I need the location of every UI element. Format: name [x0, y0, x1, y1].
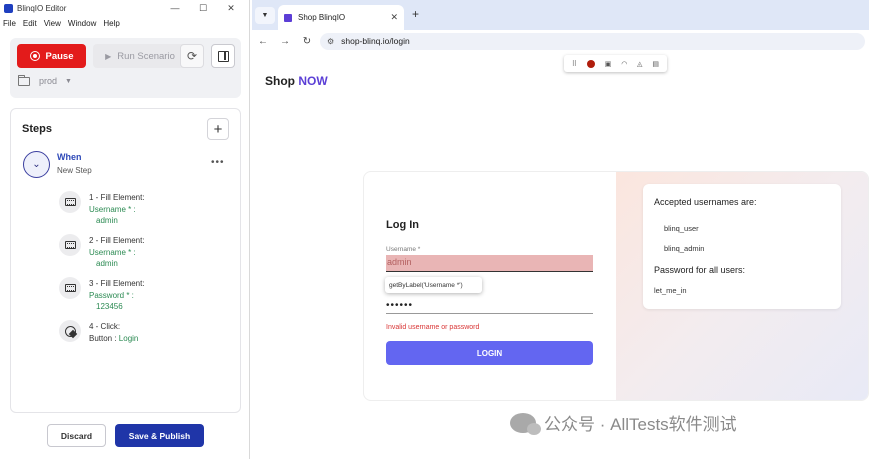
username-option: blinq_admin — [664, 244, 705, 253]
step-target: Button : — [89, 333, 119, 343]
editor-titlebar: BlinqIO Editor — ☐ ✕ — [0, 0, 249, 16]
app-logo-icon — [4, 3, 13, 13]
new-tab-button[interactable]: + — [412, 7, 419, 21]
step-value: admin — [96, 259, 118, 268]
username-input[interactable]: admin — [386, 255, 593, 272]
menu-edit[interactable]: Edit — [23, 19, 37, 28]
browser-window: ▼ Shop BlinqIO ✕ + ← → ↻ ⚙ shop-blinq.io… — [252, 0, 869, 459]
address-bar-row: ← → ↻ ⚙ shop-blinq.io/login — [252, 30, 869, 52]
tab-strip: ▼ Shop BlinqIO ✕ + — [252, 0, 869, 30]
forward-button[interactable]: → — [274, 36, 296, 47]
recorder-toolbar-panel: Pause ▶ Run Scenario ⟳ prod ▼ — [10, 38, 241, 98]
add-step-button[interactable]: + — [207, 118, 229, 140]
run-scenario-button[interactable]: ▶ Run Scenario — [93, 44, 187, 68]
text-icon[interactable]: ▤ — [652, 60, 659, 68]
error-message: Invalid username or password — [386, 324, 480, 331]
keyboard-icon — [59, 277, 81, 299]
usernames-heading: Accepted usernames are: — [654, 197, 757, 207]
brand-shop: Shop — [265, 74, 295, 88]
step-action: 1 - Fill Element: — [89, 193, 145, 202]
run-scenario-label: Run Scenario — [117, 50, 175, 62]
play-icon: ▶ — [105, 51, 112, 61]
menu-help[interactable]: Help — [103, 19, 119, 28]
refresh-icon: ⟳ — [186, 49, 198, 63]
login-button[interactable]: LOGIN — [386, 341, 593, 365]
step-action: 3 - Fill Element: — [89, 279, 145, 288]
pause-button[interactable]: Pause — [17, 44, 86, 68]
menu-view[interactable]: View — [44, 19, 61, 28]
step-value: Login — [118, 333, 139, 343]
step-target: Password * : — [89, 290, 134, 300]
password-input[interactable]: •••••• — [386, 296, 593, 314]
refresh-button[interactable]: ⟳ — [180, 44, 204, 68]
step-value: admin — [96, 216, 118, 225]
pick-element-icon[interactable]: ▣ — [605, 60, 612, 68]
keyboard-icon — [59, 191, 81, 213]
login-title: Log In — [386, 219, 419, 231]
tab-search-button[interactable]: ▼ — [255, 7, 275, 24]
step-action: 4 - Click: — [89, 322, 121, 331]
chevron-down-icon: ⌄ — [32, 159, 41, 170]
assert-icon[interactable]: ◬ — [637, 60, 642, 68]
record-icon — [29, 51, 40, 61]
close-tab-button[interactable]: ✕ — [390, 12, 398, 23]
keyboard-icon — [59, 234, 81, 256]
site-settings-icon[interactable]: ⚙ — [327, 37, 334, 46]
pause-label: Pause — [45, 50, 74, 62]
save-publish-button[interactable]: Save & Publish — [115, 424, 204, 447]
minimize-button[interactable]: — — [161, 3, 189, 13]
eye-icon[interactable]: ◠ — [621, 60, 627, 68]
editor-window: BlinqIO Editor — ☐ ✕ File Edit View Wind… — [0, 0, 250, 459]
step-value: 123456 — [96, 302, 123, 311]
steps-panel: Steps + ⌄ When New Step ••• 1 - Fill Ele… — [10, 108, 241, 413]
favicon-icon — [284, 13, 292, 22]
click-icon — [59, 320, 81, 342]
screen: BlinqIO Editor — ☐ ✕ File Edit View Wind… — [0, 0, 869, 459]
chevron-down-icon: ▼ — [65, 77, 72, 85]
editor-footer: Discard Save & Publish — [0, 424, 250, 448]
credentials-info-box: Accepted usernames are: blinq_user blinq… — [643, 184, 841, 309]
discard-button[interactable]: Discard — [47, 424, 106, 447]
environment-select[interactable]: prod ▼ — [18, 74, 72, 86]
step-keyword: When — [57, 152, 82, 162]
step-target: Username * : — [89, 204, 136, 214]
step-name: New Step — [57, 166, 92, 175]
site-logo[interactable]: Shop NOW — [265, 74, 328, 88]
close-window-button[interactable]: ✕ — [217, 3, 245, 14]
drag-handle-icon[interactable]: ⠿ — [572, 60, 577, 68]
menubar: File Edit View Window Help — [0, 16, 249, 30]
toggle-panel-button[interactable] — [211, 44, 235, 68]
menu-window[interactable]: Window — [68, 19, 96, 28]
side-panel-icon — [217, 50, 229, 62]
chevron-down-icon: ▼ — [261, 12, 269, 19]
collapse-step-button[interactable]: ⌄ — [23, 151, 50, 178]
password-heading: Password for all users: — [654, 265, 746, 275]
environment-value: prod — [39, 76, 58, 86]
brand-now: NOW — [298, 74, 328, 88]
url-text: shop-blinq.io/login — [341, 36, 410, 46]
url-input[interactable]: ⚙ shop-blinq.io/login — [320, 32, 865, 50]
step-action: 2 - Fill Element: — [89, 236, 145, 245]
recorder-overlay-toolbar: ⠿ ▣ ◠ ◬ ▤ — [564, 55, 667, 72]
wechat-icon — [510, 412, 541, 435]
more-options-button[interactable]: ••• — [211, 157, 225, 168]
locator-tooltip: getByLabel('Username *') — [385, 277, 482, 293]
tab-shop-blinqio[interactable]: Shop BlinqIO ✕ — [278, 5, 404, 30]
folder-icon — [18, 74, 30, 86]
username-label: Username * — [386, 246, 421, 253]
back-button[interactable]: ← — [252, 36, 274, 47]
menu-file[interactable]: File — [3, 19, 16, 28]
record-icon[interactable] — [586, 59, 595, 68]
watermark: 公众号 · AllTests软件测试 — [510, 410, 737, 435]
editor-title: BlinqIO Editor — [17, 3, 67, 13]
maximize-button[interactable]: ☐ — [189, 3, 217, 14]
steps-title: Steps — [22, 123, 52, 135]
watermark-text: 公众号 · AllTests软件测试 — [544, 415, 737, 434]
username-option: blinq_user — [664, 224, 699, 233]
reload-button[interactable]: ↻ — [296, 36, 318, 47]
password-hint: let_me_in — [654, 286, 687, 295]
step-target: Username * : — [89, 247, 136, 257]
tab-title: Shop BlinqIO — [298, 13, 346, 22]
